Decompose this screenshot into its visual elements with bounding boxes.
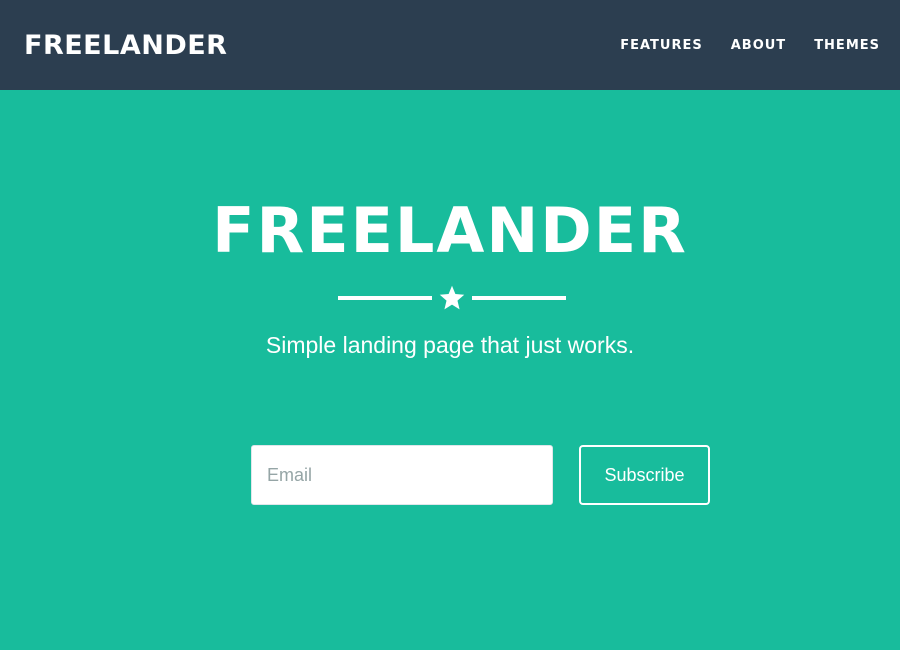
hero-tagline: Simple landing page that just works. [265, 332, 635, 358]
divider-line-right [472, 296, 566, 300]
navbar: FREELANDER FEATURES ABOUT THEMES [0, 0, 900, 90]
divider-line-left [338, 296, 432, 300]
email-input[interactable] [251, 445, 553, 505]
brand-logo-link[interactable]: FREELANDER [24, 30, 227, 61]
nav-link-features[interactable]: FEATURES [620, 38, 703, 53]
hero-title: FREELANDER [212, 194, 688, 267]
nav-link-about[interactable]: ABOUT [731, 38, 786, 53]
nav-menu: FEATURES ABOUT THEMES [592, 38, 880, 53]
hero-section: FREELANDER Simple landing page that just… [0, 90, 900, 650]
star-divider [338, 283, 566, 313]
subscribe-form: Subscribe [251, 445, 711, 505]
subscribe-button[interactable]: Subscribe [579, 445, 710, 505]
nav-link-themes[interactable]: THEMES [814, 38, 880, 53]
star-icon [439, 285, 465, 310]
